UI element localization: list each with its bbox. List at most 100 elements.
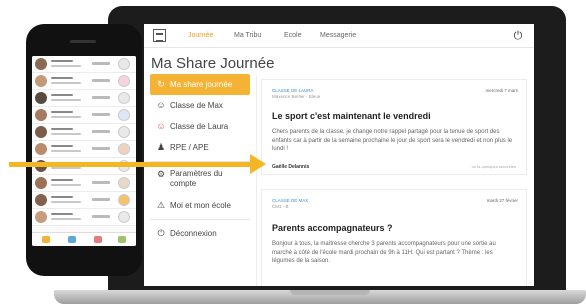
laptop-screen: Journée Ma Tribu Ecole Messagerie ⏻ Ma S… [144, 24, 534, 286]
tribe-icon[interactable] [68, 236, 76, 243]
badge-icon [118, 126, 130, 138]
sidebar-item-rpe-ape[interactable]: ♟ RPE / APE [150, 137, 250, 158]
sidebar-item-classe-de-laura[interactable]: ☺ Classe de Laura [150, 116, 250, 137]
text-line [51, 150, 81, 152]
arrow-head [250, 154, 266, 174]
name-line [51, 77, 73, 79]
text-line [51, 201, 81, 203]
name-line [51, 111, 73, 113]
post-title: Le sport c'est maintenant le vendredi [272, 111, 431, 121]
power-icon: ⏻ [157, 228, 165, 238]
post-card[interactable]: CLASSE DE MAX CM1 - B mardi 27 février P… [261, 189, 527, 286]
badge-icon [118, 75, 130, 87]
nav-ecole[interactable]: Ecole [284, 32, 302, 39]
post-source[interactable]: CLASSE DE LAURA [272, 88, 314, 93]
school-icon: ⚠ [156, 200, 166, 210]
sidebar-item-label: Déconnexion [170, 229, 217, 238]
message-icon[interactable] [118, 236, 126, 243]
app-logo[interactable] [153, 29, 166, 42]
chip [92, 113, 110, 116]
name-line [51, 213, 73, 215]
sidebar-item-label: Classe de Laura [170, 122, 229, 131]
arrow-shaft [9, 162, 253, 167]
list-item[interactable] [32, 141, 136, 158]
home-icon[interactable] [42, 236, 50, 243]
phone-screen [32, 56, 136, 246]
avatar [35, 194, 47, 206]
post-card[interactable]: CLASSE DE LAURA Maxence Bertier - Bleue … [261, 79, 527, 175]
badge-icon [118, 177, 130, 189]
list-item[interactable] [32, 56, 136, 73]
text-line [51, 184, 81, 186]
name-line [51, 196, 73, 198]
badge-icon [118, 194, 130, 206]
nav-ma-tribu[interactable]: Ma Tribu [234, 32, 261, 39]
text-line [51, 65, 81, 67]
sidebar-item-label: Paramètres du compte [170, 169, 223, 188]
sidebar-item-label: RPE / APE [170, 143, 209, 152]
list-item[interactable] [32, 73, 136, 90]
list-item[interactable] [32, 107, 136, 124]
page-title: Ma Share Journée [151, 55, 275, 72]
list-item[interactable] [32, 175, 136, 192]
sidebar-item-ma-share-journee[interactable]: ↻ Ma share journée [150, 74, 250, 95]
chip [92, 130, 110, 133]
post-date: mercredi 7 mars [485, 88, 518, 93]
badge-icon [118, 109, 130, 121]
sidebar-item-label: Moi et mon école [170, 201, 231, 210]
post-body: Bonjour à tous, la maîtresse cherche 3 p… [272, 241, 496, 264]
name-line [51, 145, 73, 147]
chip [92, 198, 110, 201]
avatar [35, 75, 47, 87]
post-body: Chers parents de la classe, je change no… [272, 129, 513, 152]
power-icon[interactable]: ⏻ [512, 30, 524, 42]
text-line [51, 218, 81, 220]
child-icon: ☺ [156, 100, 166, 110]
text-line [51, 116, 81, 118]
text-line [51, 99, 81, 101]
chip [92, 96, 110, 99]
sidebar-item-classe-de-max[interactable]: ☺ Classe de Max [150, 95, 250, 116]
list-item[interactable] [32, 209, 136, 226]
school-icon[interactable] [94, 236, 102, 243]
post-seen-status: Vu la quelques secondes [471, 164, 516, 169]
chip [92, 79, 110, 82]
name-line [51, 94, 73, 96]
post-author: Gaëlle Delannis [272, 164, 310, 170]
post-date: mardi 27 février [486, 198, 518, 203]
avatar [35, 126, 47, 138]
text-line [51, 167, 81, 169]
list-item[interactable] [32, 90, 136, 107]
laptop-notch [290, 290, 370, 295]
name-line [51, 60, 73, 62]
sidebar-item-deconnexion[interactable]: ⏻ Déconnexion [150, 223, 250, 244]
post-source[interactable]: CLASSE DE MAX [272, 198, 308, 203]
gear-icon: ⚙ [156, 169, 166, 179]
list-item[interactable] [32, 124, 136, 141]
phone-speaker [70, 40, 96, 43]
list-item[interactable] [32, 192, 136, 209]
sidebar-item-label: Classe de Max [170, 101, 223, 110]
nav-messagerie[interactable]: Messagerie [320, 32, 356, 39]
chip [92, 62, 110, 65]
avatar [35, 177, 47, 189]
sidebar-item-label: Ma share journée [170, 80, 233, 89]
post-subtitle: CM1 - B [272, 204, 289, 209]
people-icon: ♟ [156, 142, 166, 152]
badge-icon [118, 143, 130, 155]
avatar [35, 143, 47, 155]
post-title: Parents accompagnateurs ? [272, 223, 393, 233]
name-line [51, 128, 73, 130]
nav-journee[interactable]: Journée [188, 32, 213, 39]
sidebar-item-parametres[interactable]: ⚙ Paramètres du compte [150, 165, 246, 195]
name-line [51, 179, 73, 181]
sidebar-divider [150, 219, 250, 220]
badge-icon [118, 92, 130, 104]
refresh-icon: ↻ [157, 79, 165, 89]
sidebar-item-moi-et-mon-ecole[interactable]: ⚠ Moi et mon école [150, 195, 250, 216]
chip [92, 215, 110, 218]
child-icon: ☺ [156, 121, 166, 131]
badge-icon [118, 58, 130, 70]
text-line [51, 133, 81, 135]
post-subtitle: Maxence Bertier - Bleue [272, 94, 321, 99]
